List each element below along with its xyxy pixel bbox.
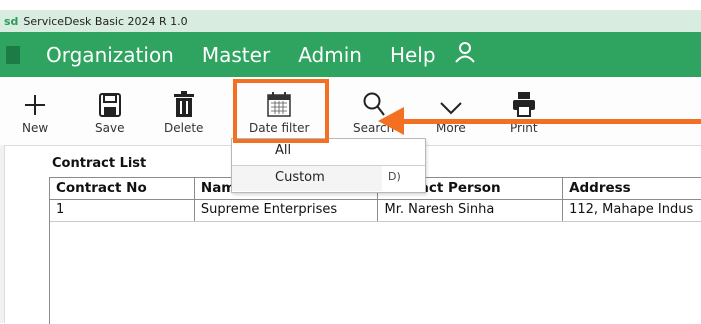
table-row[interactable]: 1 Supreme Enterprises Mr. Naresh Sinha 1…: [50, 200, 701, 222]
delete-label: Delete: [164, 121, 204, 135]
delete-button[interactable]: Delete: [164, 85, 203, 135]
plus-icon: [23, 85, 47, 117]
dropdown-overflow-text: D): [388, 170, 401, 183]
window-title: ServiceDesk Basic 2024 R 1.0: [23, 14, 188, 28]
save-label: Save: [95, 121, 125, 135]
toolbar: New Save Delete Date filter Search More: [0, 77, 701, 146]
column-address[interactable]: Address: [563, 178, 701, 199]
save-icon: [98, 85, 121, 117]
title-bar: sd ServiceDesk Basic 2024 R 1.0: [0, 10, 701, 32]
menu-organization[interactable]: Organization: [46, 43, 174, 67]
dropdown-option-all[interactable]: All: [275, 143, 468, 158]
cell-contract-no: 1: [50, 200, 195, 221]
cell-address: 112, Mahape Indus: [569, 202, 694, 217]
trash-icon: [173, 85, 194, 117]
user-icon[interactable]: [454, 41, 476, 68]
date-filter-highlight-box: [233, 79, 329, 143]
left-panel-edge: [0, 145, 5, 323]
annotation-arrow-shaft: [400, 119, 701, 124]
contract-grid: Contract No Nam Contact Person Address 1…: [49, 177, 701, 324]
print-button[interactable]: Print: [510, 85, 538, 135]
save-button[interactable]: Save: [95, 85, 124, 135]
printer-icon: [512, 85, 536, 117]
new-label: New: [22, 121, 49, 135]
new-button[interactable]: New: [22, 85, 48, 135]
menu-logo-square: [6, 45, 20, 64]
chevron-down-icon: [439, 85, 463, 117]
menu-help[interactable]: Help: [390, 43, 436, 67]
dropdown-option-custom[interactable]: Custom: [275, 170, 468, 185]
cell-contact-person: Mr. Naresh Sinha: [378, 200, 564, 221]
menu-master[interactable]: Master: [202, 43, 270, 67]
column-contract-no[interactable]: Contract No: [50, 178, 195, 199]
more-button[interactable]: More: [436, 85, 466, 135]
annotation-arrow-head: [378, 107, 404, 135]
app-logo: sd: [4, 14, 19, 28]
cell-name: Supreme Enterprises: [195, 200, 379, 221]
contract-list-title: Contract List: [52, 156, 147, 171]
date-filter-dropdown: All Custom: [231, 138, 426, 193]
menu-admin[interactable]: Admin: [298, 43, 362, 67]
menu-bar: Organization Master Admin Help: [0, 32, 701, 77]
